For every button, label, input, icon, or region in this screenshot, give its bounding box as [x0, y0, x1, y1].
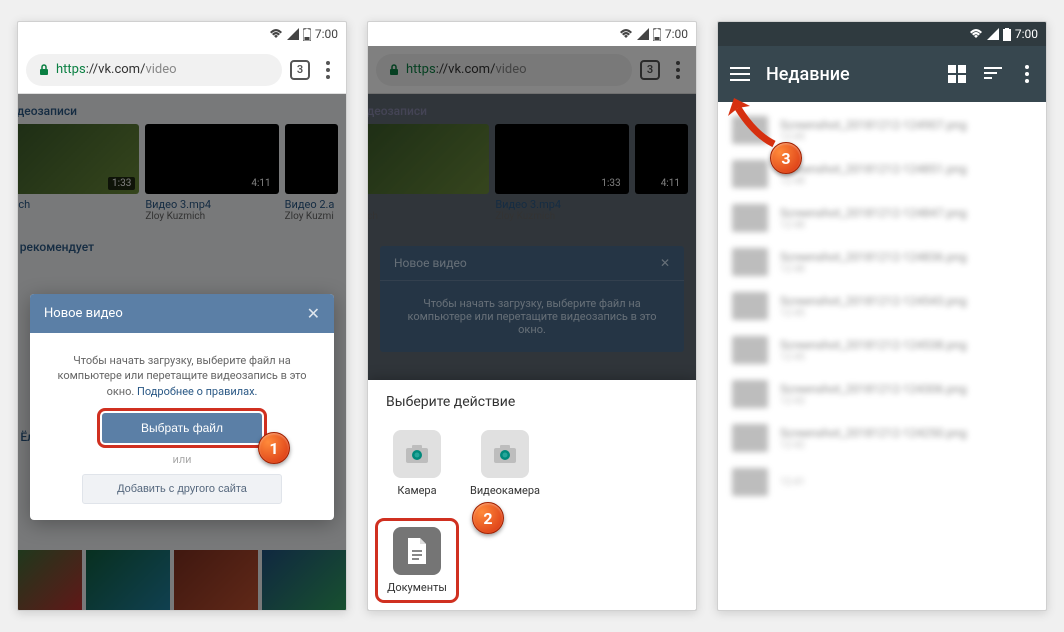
modal-instructions: Чтобы начать загрузку, выберите файл на …	[46, 353, 318, 399]
status-time: 7:00	[665, 27, 688, 41]
browser-menu-icon[interactable]	[318, 61, 338, 79]
phone-screen-1: 7:00 https://vk.com/video 3 идеозаписи 1…	[17, 21, 347, 611]
file-name: Screenshot_20181212-124306.png	[780, 382, 1032, 396]
step-badge-3: 3	[770, 142, 802, 174]
file-name: Screenshot_20181212-124907.png	[780, 118, 1032, 132]
status-bar: 7:00	[368, 22, 696, 46]
tab-switcher[interactable]: 3	[640, 60, 660, 80]
camera-icon	[393, 430, 441, 478]
file-thumbnail	[732, 204, 768, 232]
status-bar: 7:00	[718, 22, 1046, 46]
overflow-menu-icon[interactable]	[1020, 65, 1034, 83]
browser-menu-icon[interactable]	[668, 61, 688, 79]
lock-icon	[38, 64, 50, 76]
file-thumbnail	[732, 292, 768, 320]
url-bar[interactable]: https://vk.com/video	[26, 54, 282, 86]
picker-title: Недавние	[766, 64, 932, 85]
action-camera[interactable]: Камера	[378, 424, 456, 503]
lock-icon	[388, 64, 400, 76]
wifi-icon	[269, 28, 283, 40]
phone-screen-3: 7:00 Недавние Screenshot_20181212-124907…	[717, 21, 1047, 611]
file-name: Screenshot_20181212-124851.png	[780, 162, 1032, 176]
file-name: Screenshot_20181212-124847.png	[780, 206, 1032, 220]
hamburger-menu-icon[interactable]	[730, 67, 750, 81]
battery-icon	[1003, 28, 1011, 41]
file-name: Screenshot_20181212-124543.png	[780, 294, 1032, 308]
grid-view-icon[interactable]	[948, 65, 966, 83]
file-row[interactable]: Screenshot_20181212-124250.png 12:42	[718, 416, 1046, 460]
step-badge-2: 2	[472, 502, 504, 534]
new-video-modal: Новое видео ✕ Чтобы начать загрузку, выб…	[30, 294, 334, 520]
browser-toolbar: https://vk.com/video 3	[18, 46, 346, 94]
page-content: идеозаписи р4mich 1:33Видео 3.mp4Zloy Ku…	[368, 94, 696, 610]
file-thumbnail	[732, 424, 768, 452]
url-host: ://vk.com/	[86, 62, 146, 77]
signal-icon	[637, 28, 649, 40]
add-from-site-button[interactable]: Добавить с другого сайта	[82, 474, 282, 504]
file-meta: 12:41	[780, 477, 1032, 488]
file-thumbnail	[732, 248, 768, 276]
battery-icon	[653, 28, 661, 41]
action-videocamera[interactable]: Видеокамера	[466, 424, 544, 503]
file-thumbnail	[732, 468, 768, 496]
file-meta: 12:43	[780, 396, 1032, 407]
file-row[interactable]: Screenshot_20181212-124543.png 12:45	[718, 284, 1046, 328]
file-row[interactable]: Screenshot_20181212-124851.png 12:48	[718, 152, 1046, 196]
signal-icon	[287, 28, 299, 40]
document-icon	[393, 527, 441, 575]
action-documents[interactable]: Документы	[378, 521, 456, 600]
wifi-icon	[969, 28, 983, 40]
file-list[interactable]: Screenshot_20181212-124907.png 12:49 Scr…	[718, 102, 1046, 610]
action-chooser-sheet: Выберите действие Камера Видеокамера	[368, 380, 696, 610]
status-bar: 7:00	[18, 22, 346, 46]
file-meta: 12:45	[780, 308, 1032, 319]
close-icon[interactable]: ✕	[660, 256, 670, 270]
wifi-icon	[619, 28, 633, 40]
phone-screen-2: 7:00 https://vk.com/video 3 идеозаписи р…	[367, 21, 697, 611]
modal-header: Новое видео ✕	[30, 294, 334, 333]
sheet-title: Выберите действие	[378, 394, 686, 424]
file-row[interactable]: Screenshot_20181212-124847.png 12:48	[718, 196, 1046, 240]
rules-link[interactable]: Подробнее о правилах.	[137, 385, 257, 398]
url-protocol: https	[56, 62, 86, 77]
step-badge-1: 1	[258, 432, 290, 464]
file-row[interactable]: Screenshot_20181212-124538.png 12:45	[718, 328, 1046, 372]
status-time: 7:00	[1015, 27, 1038, 41]
close-icon[interactable]: ✕	[307, 304, 320, 323]
file-name: Screenshot_20181212-124250.png	[780, 426, 1032, 440]
file-meta: 12:48	[780, 264, 1032, 275]
signal-icon	[987, 28, 999, 40]
file-name: Screenshot_20181212-124836.png	[780, 250, 1032, 264]
file-row[interactable]: Screenshot_20181212-124306.png 12:43	[718, 372, 1046, 416]
file-meta: 12:45	[780, 352, 1032, 363]
file-meta: 12:42	[780, 440, 1032, 451]
file-row[interactable]: Screenshot_20181212-124836.png 12:48	[718, 240, 1046, 284]
sort-icon[interactable]	[984, 67, 1002, 81]
battery-icon	[303, 28, 311, 41]
url-bar[interactable]: https://vk.com/video	[376, 54, 632, 86]
file-meta: 12:48	[780, 220, 1032, 231]
file-name: Screenshot_20181212-124538.png	[780, 338, 1032, 352]
modal-title: Новое видео	[44, 306, 123, 321]
file-meta: 12:48	[780, 176, 1032, 187]
tab-switcher[interactable]: 3	[290, 60, 310, 80]
videocamera-icon	[481, 430, 529, 478]
choose-file-button[interactable]: Выбрать файл	[102, 413, 262, 443]
status-time: 7:00	[315, 27, 338, 41]
file-thumbnail	[732, 336, 768, 364]
page-content: идеозаписи 1:33 mich 4:11 Видео 3.mp4 Zl…	[18, 94, 346, 610]
file-thumbnail	[732, 380, 768, 408]
file-thumbnail	[732, 160, 768, 188]
browser-toolbar: https://vk.com/video 3	[368, 46, 696, 94]
file-meta: 12:49	[780, 132, 1032, 143]
url-path: video	[145, 62, 176, 77]
file-row[interactable]: 12:41	[718, 460, 1046, 504]
